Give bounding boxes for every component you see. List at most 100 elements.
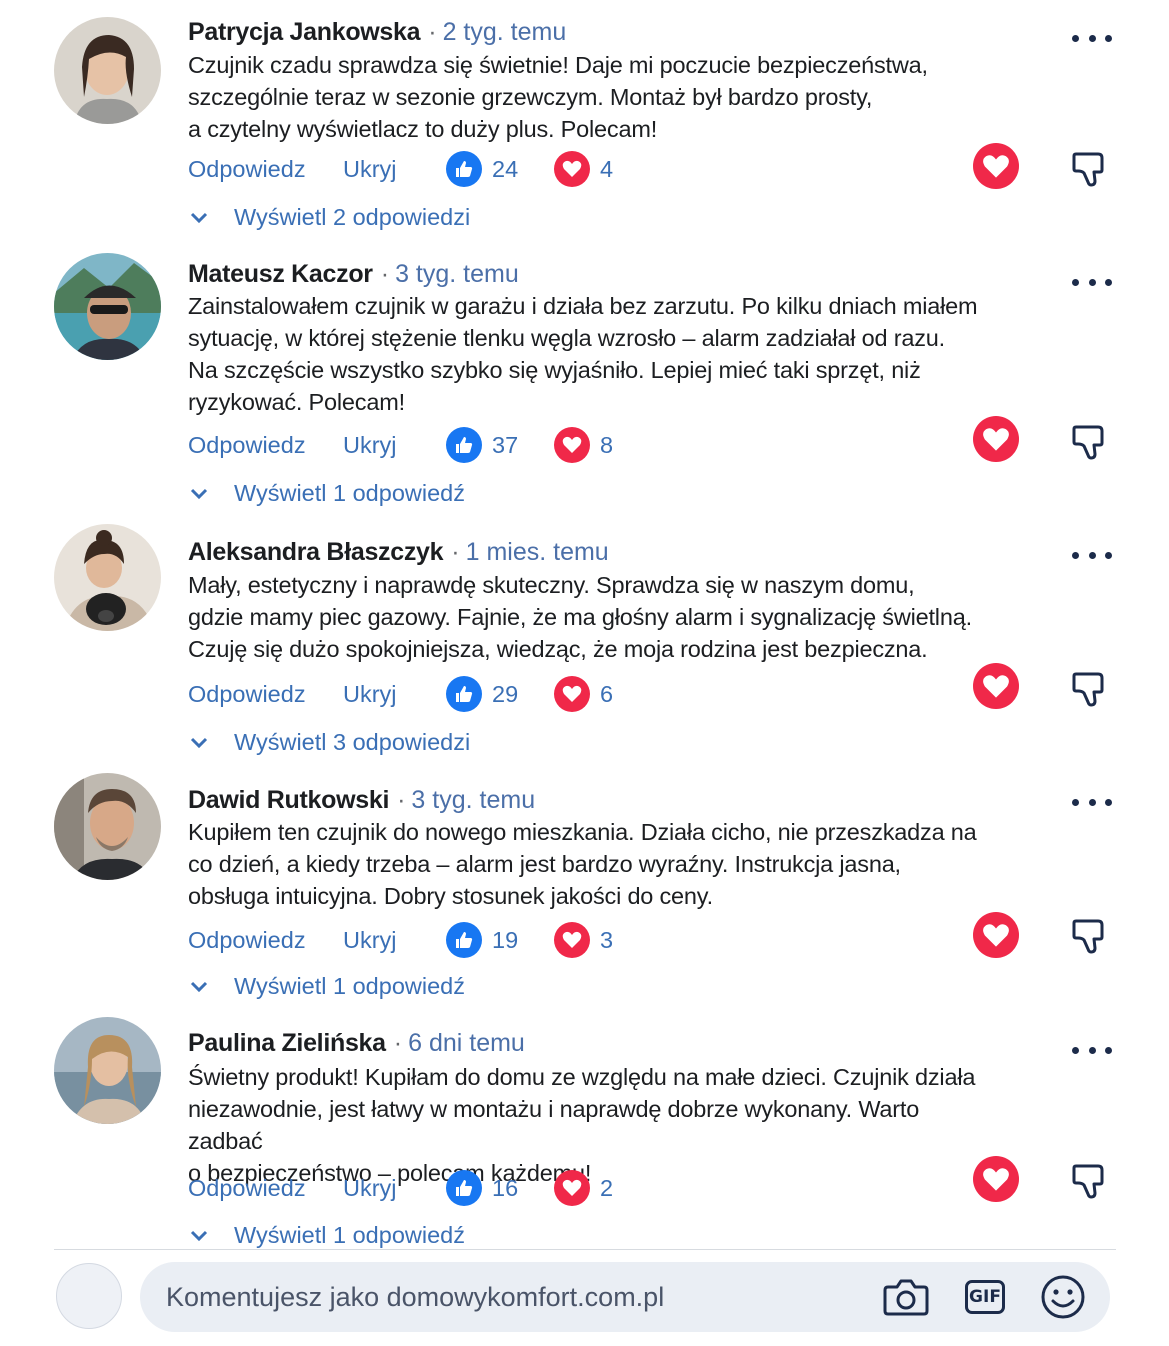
timestamp[interactable]: 2 tyg. temu: [443, 18, 567, 46]
gif-icon[interactable]: GIF: [961, 1274, 1009, 1320]
heart-icon[interactable]: [554, 1170, 590, 1206]
composer-avatar: [56, 1263, 122, 1329]
heart-react-button[interactable]: [973, 663, 1019, 709]
more-options-icon[interactable]: [1072, 32, 1112, 44]
chevron-down-icon: [190, 212, 210, 224]
camera-icon[interactable]: [882, 1274, 930, 1320]
heart-icon[interactable]: [554, 151, 590, 187]
reply-button[interactable]: Odpowiedz: [188, 927, 343, 954]
comment-header: Paulina Zielińska · 6 dni temu: [188, 1029, 525, 1058]
view-replies-label: Wyświetl 3 odpowiedzi: [234, 729, 471, 755]
comment-header: Dawid Rutkowski · 3 tyg. temu: [188, 786, 535, 815]
author-name[interactable]: Paulina Zielińska: [188, 1029, 386, 1057]
view-replies-label: Wyświetl 2 odpowiedzi: [234, 204, 471, 230]
separator-dot: ·: [380, 260, 390, 288]
timestamp[interactable]: 6 dni temu: [408, 1029, 525, 1057]
emoji-icon[interactable]: [1039, 1274, 1087, 1320]
timestamp[interactable]: 1 mies. temu: [466, 538, 609, 566]
view-replies-link[interactable]: Wyświetl 1 odpowiedź: [190, 1222, 465, 1249]
thumbs-up-icon[interactable]: [446, 151, 482, 187]
view-replies-label: Wyświetl 1 odpowiedź: [234, 480, 465, 506]
like-count: 16: [492, 1174, 519, 1201]
more-options-icon[interactable]: [1072, 276, 1112, 288]
thumbs-down-icon[interactable]: [1068, 666, 1112, 710]
heart-count: 6: [600, 680, 614, 707]
chevron-down-icon: [190, 981, 210, 993]
heart-count: 3: [600, 926, 614, 953]
divider: [54, 1249, 1116, 1250]
chevron-down-icon: [190, 1230, 210, 1242]
view-replies-label: Wyświetl 1 odpowiedź: [234, 973, 465, 999]
comment-actions: Odpowiedz Ukryj 29 6: [188, 674, 613, 714]
view-replies-label: Wyświetl 1 odpowiedź: [234, 1222, 465, 1248]
comment-header: Patrycja Jankowska · 2 tyg. temu: [188, 18, 566, 47]
thumbs-down-icon[interactable]: [1068, 1158, 1112, 1202]
more-options-icon[interactable]: [1072, 549, 1112, 561]
thumbs-up-icon[interactable]: [446, 676, 482, 712]
timestamp[interactable]: 3 tyg. temu: [411, 786, 535, 814]
heart-icon[interactable]: [554, 427, 590, 463]
author-name[interactable]: Dawid Rutkowski: [188, 786, 389, 814]
avatar[interactable]: [54, 17, 161, 124]
comment-actions: Odpowiedz Ukryj 37 8: [188, 425, 613, 465]
reply-button[interactable]: Odpowiedz: [188, 1175, 343, 1202]
comment-actions: Odpowiedz Ukryj 16 2: [188, 1168, 613, 1208]
author-name[interactable]: Aleksandra Błaszczyk: [188, 538, 444, 566]
heart-react-button[interactable]: [973, 416, 1019, 462]
avatar[interactable]: [54, 1017, 161, 1124]
thumbs-up-icon[interactable]: [446, 922, 482, 958]
author-name[interactable]: Patrycja Jankowska: [188, 18, 421, 46]
reply-button[interactable]: Odpowiedz: [188, 681, 343, 708]
gif-label: GIF: [965, 1280, 1005, 1314]
hide-button[interactable]: Ukryj: [343, 156, 446, 183]
comment-text: Zainstalowałem czujnik w garażu i działa…: [188, 293, 978, 415]
like-count: 19: [492, 926, 519, 953]
comment-actions: Odpowiedz Ukryj 24 4: [188, 149, 613, 189]
avatar[interactable]: [54, 253, 161, 360]
separator-dot: ·: [393, 1029, 403, 1057]
view-replies-link[interactable]: Wyświetl 1 odpowiedź: [190, 480, 465, 507]
comment-text: Czujnik czadu sprawdza się świetnie! Daj…: [188, 52, 928, 142]
timestamp[interactable]: 3 tyg. temu: [395, 260, 519, 288]
reply-button[interactable]: Odpowiedz: [188, 432, 343, 459]
view-replies-link[interactable]: Wyświetl 1 odpowiedź: [190, 973, 465, 1000]
like-count: 37: [492, 431, 519, 458]
comment-text: Mały, estetyczny i naprawdę skuteczny. S…: [188, 572, 972, 662]
heart-count: 8: [600, 431, 614, 458]
thumbs-down-icon[interactable]: [1068, 913, 1112, 957]
heart-icon[interactable]: [554, 922, 590, 958]
chevron-down-icon: [190, 488, 210, 500]
author-name[interactable]: Mateusz Kaczor: [188, 260, 373, 288]
avatar[interactable]: [54, 773, 161, 880]
comment-input[interactable]: Komentujesz jako domowykomfort.com.pl: [166, 1282, 664, 1313]
reply-button[interactable]: Odpowiedz: [188, 156, 343, 183]
heart-react-button[interactable]: [973, 912, 1019, 958]
view-replies-link[interactable]: Wyświetl 2 odpowiedzi: [190, 204, 470, 231]
more-options-icon[interactable]: [1072, 796, 1112, 808]
comment-composer[interactable]: Komentujesz jako domowykomfort.com.pl GI…: [140, 1262, 1110, 1332]
avatar[interactable]: [54, 524, 161, 631]
chevron-down-icon: [190, 737, 210, 749]
heart-count: 4: [600, 155, 614, 182]
comment-actions: Odpowiedz Ukryj 19 3: [188, 920, 613, 960]
separator-dot: ·: [428, 18, 437, 46]
like-count: 29: [492, 680, 519, 707]
thumbs-down-icon[interactable]: [1068, 146, 1112, 190]
heart-icon[interactable]: [554, 676, 590, 712]
hide-button[interactable]: Ukryj: [343, 681, 446, 708]
thumbs-down-icon[interactable]: [1068, 419, 1112, 463]
more-options-icon[interactable]: [1072, 1044, 1112, 1056]
like-count: 24: [492, 155, 519, 182]
separator-dot: ·: [397, 786, 406, 814]
heart-react-button[interactable]: [973, 143, 1019, 189]
heart-react-button[interactable]: [973, 1156, 1019, 1202]
separator-dot: ·: [451, 538, 460, 566]
view-replies-link[interactable]: Wyświetl 3 odpowiedzi: [190, 729, 470, 756]
hide-button[interactable]: Ukryj: [343, 927, 446, 954]
thumbs-up-icon[interactable]: [446, 1170, 482, 1206]
comment-header: Aleksandra Błaszczyk · 1 mies. temu: [188, 538, 609, 567]
thumbs-up-icon[interactable]: [446, 427, 482, 463]
hide-button[interactable]: Ukryj: [343, 432, 446, 459]
comment-header: Mateusz Kaczor · 3 tyg. temu: [188, 260, 519, 289]
hide-button[interactable]: Ukryj: [343, 1175, 446, 1202]
